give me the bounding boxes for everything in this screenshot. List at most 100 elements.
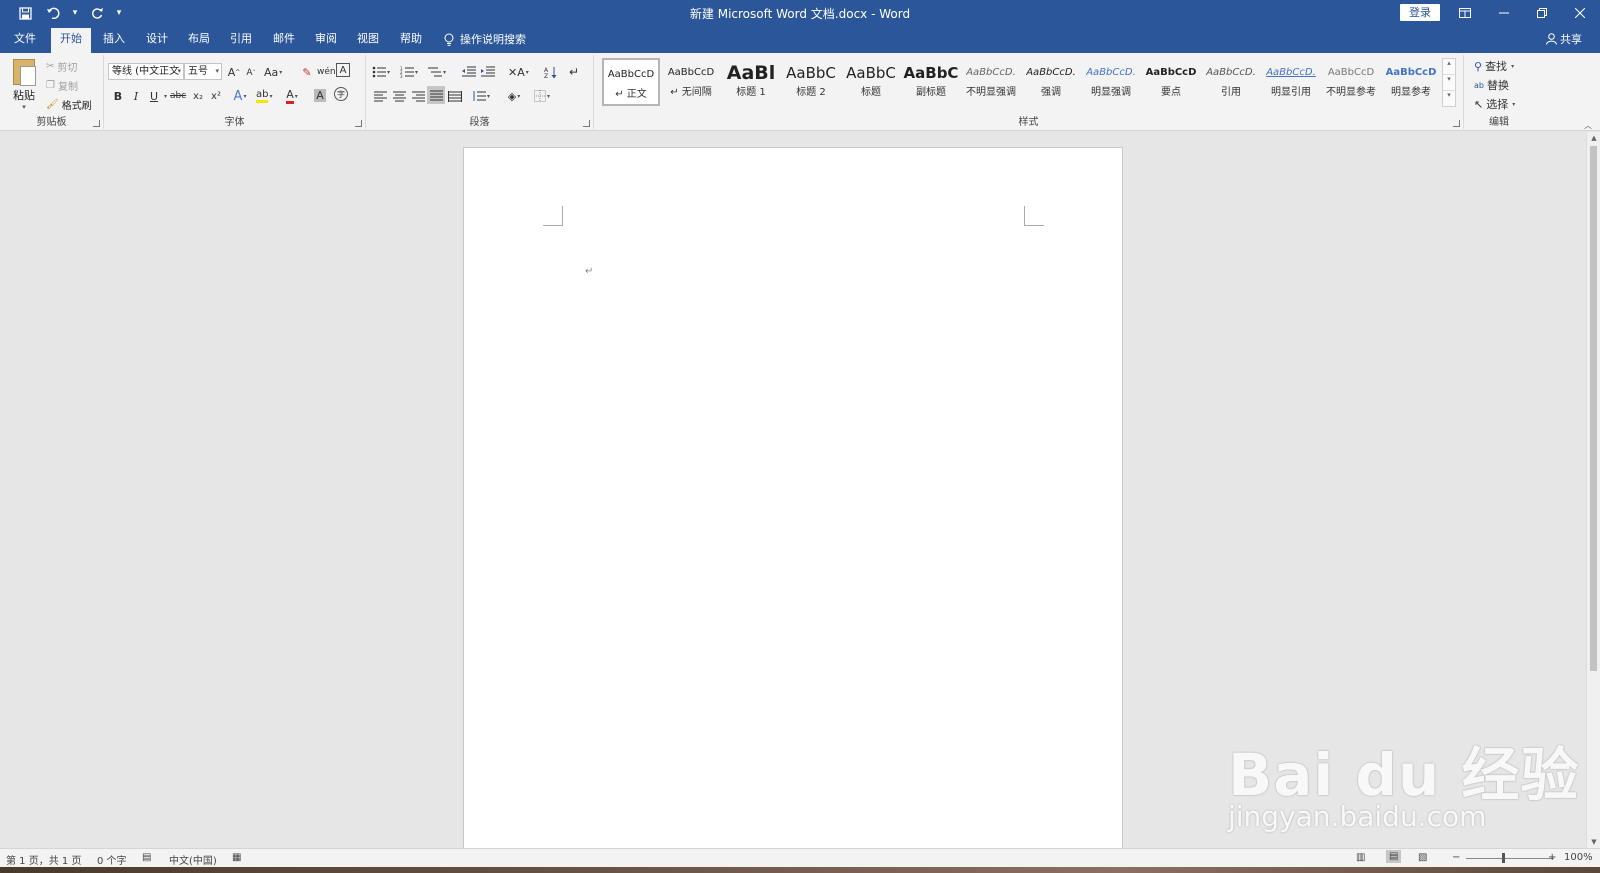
phonetic-guide-icon[interactable]: wén [317,63,336,81]
align-right-icon[interactable] [410,87,426,105]
tab-view[interactable]: 视图 [357,31,379,53]
scroll-thumb[interactable] [1590,146,1597,671]
cut-button[interactable]: ✂ 剪切 [46,59,77,74]
style-intense-quote[interactable]: AaBbCcD. 明显引用 [1262,58,1320,106]
scroll-up-icon[interactable]: ▲ [1587,134,1600,142]
chinese-layout-button[interactable]: ✕A ▾ [508,63,529,81]
styles-launcher-icon[interactable] [1453,120,1460,127]
document-page[interactable]: ↵ [463,147,1123,852]
collapse-ribbon-icon[interactable]: ︿ [1584,120,1592,131]
tab-insert[interactable]: 插入 [103,31,125,53]
print-layout-icon[interactable]: ▤ [1386,850,1402,863]
select-button[interactable]: ↖ 选择 ▾ [1474,96,1515,112]
paragraph-launcher-icon[interactable] [583,120,590,127]
style-quote[interactable]: AaBbCcD. 引用 [1202,58,1260,106]
bullets-button[interactable]: ▾ [372,63,390,81]
tab-review[interactable]: 审阅 [315,31,337,53]
underline-dropdown-icon[interactable]: ▾ [161,87,169,105]
tab-help[interactable]: 帮助 [400,31,422,53]
subscript-button[interactable]: x₂ [190,87,206,105]
align-left-icon[interactable] [372,87,388,105]
gallery-down-icon[interactable]: ▾ [1443,75,1455,91]
highlight-button[interactable]: ab ▾ [256,87,273,105]
numbering-button[interactable]: 1 2 3 ▾ [400,63,418,81]
character-shading-button[interactable]: A [314,89,326,102]
style-intense-emphasis[interactable]: AaBbCcD. 明显强调 [1082,58,1140,106]
gallery-more-icon[interactable]: ▾ [1443,91,1455,106]
tab-design[interactable]: 设计 [146,31,168,53]
gallery-up-icon[interactable]: ▴ [1443,59,1455,75]
change-case-button[interactable]: Aa ▾ [264,63,282,81]
zoom-slider-thumb[interactable] [1502,853,1505,863]
italic-button[interactable]: I [128,87,144,105]
line-spacing-button[interactable]: ▾ [472,87,490,105]
style-subtle-emphasis[interactable]: AaBbCcD. 不明显强调 [962,58,1020,106]
tab-mailings[interactable]: 邮件 [273,31,295,53]
style-heading-1[interactable]: AaBl 标题 1 [722,58,780,106]
superscript-button[interactable]: x² [208,87,224,105]
scroll-down-icon[interactable]: ▼ [1587,838,1600,846]
text-effects-button[interactable]: A ▾ [232,87,248,105]
macro-icon[interactable]: ▦ [232,852,241,863]
replace-button[interactable]: ab 替换 [1474,77,1509,93]
show-hide-marks-icon[interactable]: ↵ [566,63,582,81]
ribbon-display-options-icon[interactable] [1446,0,1484,26]
read-mode-icon[interactable]: ▥ [1356,852,1365,863]
font-name-combo[interactable]: 等线 (中文正文 ▾ [108,63,184,80]
clear-formatting-icon[interactable]: ✎ [299,63,315,81]
multilevel-list-button[interactable]: ▾ [428,63,446,81]
style-title[interactable]: AaBbC 标题 [842,58,900,106]
zoom-out-icon[interactable]: − [1452,852,1460,863]
tab-references[interactable]: 引用 [230,31,252,53]
tab-home[interactable]: 开始 [51,28,91,53]
style-heading-2[interactable]: AaBbC 标题 2 [782,58,840,106]
grow-font-button[interactable]: A ^ [226,63,242,81]
font-launcher-icon[interactable] [355,120,362,127]
underline-button[interactable]: U [146,87,162,105]
zoom-slider[interactable] [1466,858,1554,859]
tab-file[interactable]: 文件 [14,31,36,53]
distributed-icon[interactable] [447,87,463,105]
align-center-icon[interactable] [391,87,407,105]
minimize-icon[interactable] [1485,0,1523,26]
login-button[interactable]: 登录 [1400,4,1440,21]
style-normal[interactable]: AaBbCcD ↵ 正文 [602,58,660,106]
justify-icon[interactable] [427,86,445,104]
tab-layout[interactable]: 布局 [188,31,210,53]
decrease-indent-icon[interactable] [461,63,477,81]
enclose-characters-button[interactable]: 字 [334,87,348,101]
style-no-spacing[interactable]: AaBbCcD ↵ 无间隔 [662,58,720,106]
close-icon[interactable] [1561,0,1599,26]
tell-me-search[interactable]: 操作说明搜索 [444,31,526,47]
clipboard-launcher-icon[interactable] [93,120,100,127]
style-emphasis[interactable]: AaBbCcD. 强调 [1022,58,1080,106]
font-color-button[interactable]: A ▾ [284,87,300,105]
copy-button[interactable]: ❐ 复制 [46,78,78,93]
bold-button[interactable]: B [110,87,126,105]
paste-dropdown-icon[interactable]: ▾ [8,103,40,111]
style-subtitle[interactable]: AaBbC 副标题 [902,58,960,106]
share-button[interactable]: 共享 [1546,31,1582,47]
paste-button[interactable]: 粘贴 ▾ [8,59,40,111]
shading-button[interactable]: ◈ ▾ [506,87,522,105]
style-strong[interactable]: AaBbCcD 要点 [1142,58,1200,106]
sort-icon[interactable]: AZ [542,63,558,81]
borders-button[interactable]: ▾ [534,87,550,105]
word-count[interactable]: 0 个字 [97,852,127,867]
proofing-icon[interactable]: ▤ [142,852,151,863]
find-button[interactable]: ⚲ 查找 ▾ [1474,58,1514,74]
restore-icon[interactable] [1523,0,1561,26]
increase-indent-icon[interactable] [480,63,496,81]
style-subtle-reference[interactable]: AaBbCcD 不明显参考 [1322,58,1380,106]
language-indicator[interactable]: 中文(中国) [169,852,217,867]
page-count[interactable]: 第 1 页，共 1 页 [6,852,81,867]
zoom-in-icon[interactable]: + [1548,852,1556,863]
character-border-icon[interactable]: A [336,63,350,77]
zoom-level[interactable]: 100% [1564,852,1593,863]
strikethrough-button[interactable]: abc [170,87,186,105]
style-intense-reference[interactable]: AaBbCcD 明显参考 [1382,58,1440,106]
font-size-combo[interactable]: 五号 ▾ [184,63,222,80]
shrink-font-button[interactable]: Aˇ [243,64,259,82]
format-painter-button[interactable]: 🖌 格式刷 [46,97,92,112]
web-layout-icon[interactable]: ▧ [1418,852,1427,863]
